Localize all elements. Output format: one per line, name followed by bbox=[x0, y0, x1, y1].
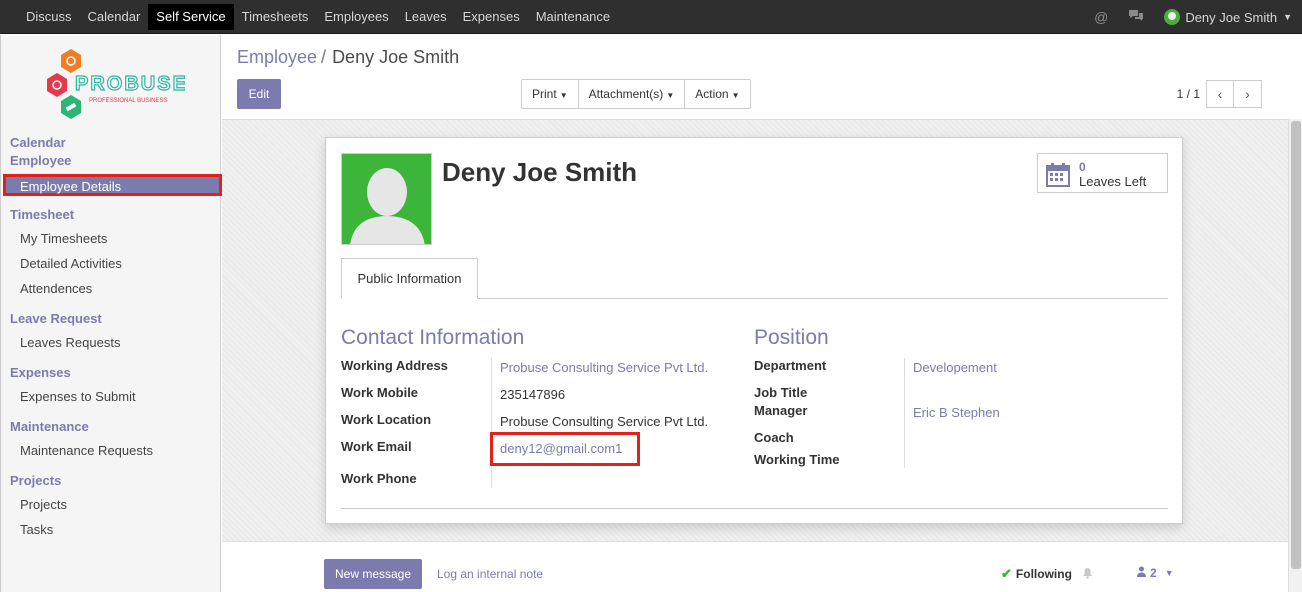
new-message-button[interactable]: New message bbox=[324, 559, 422, 589]
at-sign-icon[interactable]: @ bbox=[1094, 9, 1108, 25]
work-mobile-value: 235147896 bbox=[500, 387, 566, 402]
pager-next-button[interactable]: › bbox=[1234, 80, 1262, 108]
sidebar-item-tasks[interactable]: Tasks bbox=[20, 522, 53, 537]
chat-bubbles-icon[interactable] bbox=[1128, 9, 1144, 25]
leaves-left-label: Leaves Left bbox=[1079, 174, 1147, 189]
work-location-value: Probuse Consulting Service Pvt Ltd. bbox=[500, 414, 709, 429]
user-menu[interactable]: Deny Joe Smith ▼ bbox=[1164, 9, 1292, 25]
chevron-left-icon: ‹ bbox=[1217, 86, 1223, 102]
position-title: Position bbox=[754, 326, 829, 349]
working-address-label: Working Address bbox=[341, 358, 448, 373]
sidebar-item-detailed-activities[interactable]: Detailed Activities bbox=[20, 256, 122, 271]
department-value[interactable]: Developement bbox=[913, 360, 997, 375]
sidebar-item-expenses-to-submit[interactable]: Expenses to Submit bbox=[20, 389, 136, 404]
sidebar: PROBUSE PROFESSIONAL BUSINESS Calendar E… bbox=[0, 35, 222, 592]
sidebar-section-employee[interactable]: Employee bbox=[10, 153, 71, 168]
sidebar-item-my-timesheets[interactable]: My Timesheets bbox=[20, 231, 107, 246]
caret-down-icon: ▼ bbox=[666, 91, 675, 100]
user-icon bbox=[1136, 566, 1147, 580]
field-divider bbox=[491, 358, 492, 488]
caret-down-icon: ▼ bbox=[1164, 568, 1174, 578]
leaves-left-button[interactable]: 0 Leaves Left bbox=[1037, 153, 1168, 193]
breadcrumb: Employee / Deny Joe Smith bbox=[237, 47, 460, 67]
job-title-label: Job Title bbox=[754, 385, 808, 400]
control-panel: Employee / Deny Joe Smith Edit Print ▼ Atta… bbox=[222, 35, 1302, 119]
scrollbar[interactable] bbox=[1288, 119, 1302, 592]
working-time-label: Working Time bbox=[754, 452, 840, 467]
top-navbar: Discuss Calendar Self Service Timesheets… bbox=[0, 0, 1302, 34]
work-phone-label: Work Phone bbox=[341, 471, 417, 486]
coach-label: Coach bbox=[754, 430, 794, 445]
work-email-value[interactable]: deny12@gmail.com1 bbox=[500, 441, 622, 456]
work-location-label: Work Location bbox=[341, 412, 432, 427]
menu-maintenance[interactable]: Maintenance bbox=[528, 4, 618, 30]
user-avatar bbox=[1164, 9, 1181, 25]
following-label: Following bbox=[1015, 567, 1072, 581]
sidebar-section-leave-request[interactable]: Leave Request bbox=[10, 311, 102, 326]
main-menu: Discuss Calendar Self Service Timesheets… bbox=[18, 4, 618, 30]
chevron-right-icon: › bbox=[1245, 86, 1250, 102]
company-logo[interactable]: PROBUSE PROFESSIONAL BUSINESS bbox=[45, 47, 187, 121]
menu-employees[interactable]: Employees bbox=[316, 4, 396, 30]
chatter: New message Log an internal note ✔ Follo… bbox=[222, 541, 1288, 592]
followers-count: 2 bbox=[1150, 566, 1157, 580]
breadcrumb-current: Deny Joe Smith bbox=[332, 47, 460, 67]
logo-tagline: PROFESSIONAL BUSINESS bbox=[89, 98, 167, 104]
logo-name: PROBUSE bbox=[75, 73, 185, 95]
manager-label: Manager bbox=[754, 403, 808, 418]
sidebar-item-maintenance-requests[interactable]: Maintenance Requests bbox=[20, 443, 153, 458]
work-mobile-label: Work Mobile bbox=[341, 385, 419, 400]
check-icon: ✔ bbox=[1001, 566, 1012, 581]
menu-leaves[interactable]: Leaves bbox=[397, 4, 455, 30]
working-address-value[interactable]: Probuse Consulting Service Pvt Ltd. bbox=[500, 360, 708, 375]
sidebar-item-projects[interactable]: Projects bbox=[20, 497, 67, 512]
sidebar-section-calendar[interactable]: Calendar bbox=[10, 135, 66, 150]
sidebar-section-timesheet[interactable]: Timesheet bbox=[10, 207, 74, 222]
pager-previous-button[interactable]: ‹ bbox=[1206, 80, 1234, 108]
tab-public-information[interactable]: Public Information bbox=[341, 258, 478, 299]
employee-name: Deny Joe Smith bbox=[442, 157, 638, 187]
breadcrumb-employee-link[interactable]: Employee bbox=[237, 47, 317, 67]
employee-photo[interactable] bbox=[341, 153, 432, 245]
sidebar-section-projects[interactable]: Projects bbox=[10, 473, 61, 488]
sheet-bottom-divider bbox=[341, 508, 1168, 509]
menu-timesheets[interactable]: Timesheets bbox=[234, 4, 317, 30]
department-label: Department bbox=[754, 358, 827, 373]
log-internal-note-link[interactable]: Log an internal note bbox=[437, 567, 543, 581]
work-email-label: Work Email bbox=[341, 439, 412, 454]
following-toggle[interactable]: ✔ Following bbox=[1001, 566, 1093, 582]
menu-expenses[interactable]: Expenses bbox=[455, 4, 528, 30]
sidebar-item-label: Employee Details bbox=[20, 179, 122, 194]
contact-information-title: Contact Information bbox=[341, 326, 525, 349]
user-name: Deny Joe Smith bbox=[1185, 9, 1278, 25]
scrollbar-thumb[interactable] bbox=[1291, 121, 1301, 569]
sidebar-section-expenses[interactable]: Expenses bbox=[10, 365, 71, 380]
leaves-left-count: 0 bbox=[1079, 160, 1086, 174]
pager-value[interactable]: 1 / 1 bbox=[1177, 87, 1200, 101]
bell-icon[interactable] bbox=[1082, 567, 1093, 582]
sidebar-item-leaves-requests[interactable]: Leaves Requests bbox=[20, 335, 120, 350]
menu-self-service[interactable]: Self Service bbox=[148, 4, 234, 30]
systray: @ Deny Joe Smith ▼ bbox=[1094, 4, 1292, 30]
chevron-down-icon: ▼ bbox=[1283, 12, 1292, 22]
menu-discuss[interactable]: Discuss bbox=[18, 4, 80, 30]
calendar-icon bbox=[1046, 163, 1070, 190]
field-divider bbox=[904, 358, 905, 468]
sidebar-item-attendences[interactable]: Attendences bbox=[20, 281, 92, 296]
manager-value[interactable]: Eric B Stephen bbox=[913, 405, 1000, 420]
edit-button[interactable]: Edit bbox=[237, 79, 281, 109]
followers-dropdown[interactable]: 2 ▼ bbox=[1136, 566, 1174, 580]
action-dropdown[interactable]: Action ▼ bbox=[685, 80, 749, 108]
pager: 1 / 1 ‹ › bbox=[1177, 79, 1262, 109]
sidebar-section-maintenance[interactable]: Maintenance bbox=[10, 419, 89, 434]
print-dropdown[interactable]: Print ▼ bbox=[522, 80, 579, 108]
caret-down-icon: ▼ bbox=[731, 91, 740, 100]
caret-down-icon: ▼ bbox=[559, 91, 568, 100]
menu-calendar[interactable]: Calendar bbox=[80, 4, 149, 30]
sidebar-item-employee-details[interactable]: Employee Details bbox=[3, 174, 222, 196]
form-sheet: Deny Joe Smith 0 Leaves Left Public Info… bbox=[325, 137, 1183, 524]
attachments-dropdown[interactable]: Attachment(s) ▼ bbox=[579, 80, 686, 108]
sidebar-actions: Print ▼ Attachment(s) ▼ Action ▼ bbox=[521, 79, 751, 109]
